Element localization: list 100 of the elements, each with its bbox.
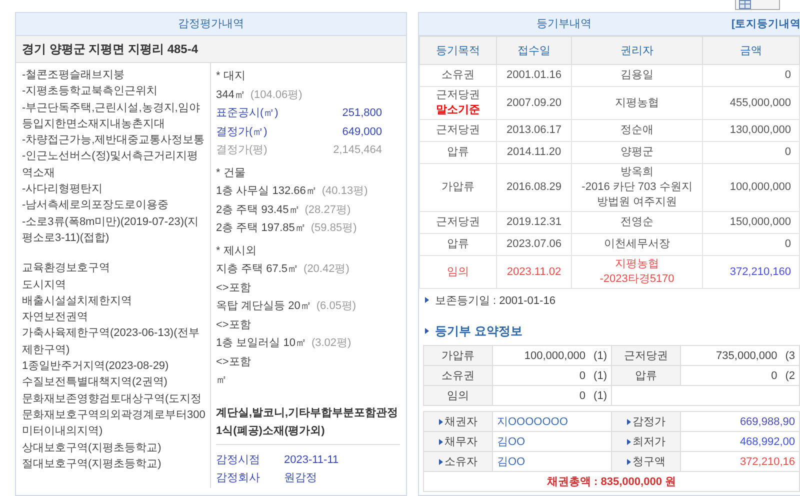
zone-text: 도시지역 [22,278,67,293]
bullet-icon [438,459,442,466]
pyeong-text: (104.06평) [250,88,302,100]
party-name: 지OOOOOOO [492,412,612,432]
pyeong-text: (3.02평) [311,337,352,349]
price-label: 결정가(㎡) [216,124,268,140]
property-note: -사다리형평탄지 [22,182,104,198]
land-registry-link[interactable]: [토지등기내역 [732,13,800,35]
property-note: -부근단독주택,근린시설,농경지,임야등입지한면소재지내농촌지대 [22,100,201,132]
column-header: 권리자 [572,36,702,64]
purpose-cell: 압류 [420,234,496,256]
bullet-icon [425,328,429,334]
bullet-icon [438,419,442,426]
preservation-date: 보존등기일 : 2001-01-16 [435,294,556,308]
zone-text: 문화재보존영향검토대상구역(도지정 [22,392,203,407]
date-cell: 2023.07.06 [496,234,572,256]
pyeong-text: (20.42평) [304,263,350,275]
price-label: 감정가 [612,412,680,432]
amount-cell: 455,000,000 [702,86,800,120]
holder-cell: 방옥희 -2016 카단 703 수원지방법원 여주지원 [572,164,702,212]
holder-cell: 김용일 [572,64,702,86]
area-text: 옥탑 계단실등 20㎡ [216,300,312,312]
price-value: 669,988,90 [680,412,800,432]
purpose-cell: 임의 [420,256,496,288]
date-cell: 2007.09.20 [496,86,572,120]
amount-cell: 100,000,000 [702,164,800,212]
party-name: 김OO [492,432,612,452]
amount-cell: 0 [702,64,800,86]
area-text: 2층 주택 93.45㎡ [216,204,300,216]
purpose-cell: 근저당권 [420,120,496,142]
bullet-icon [626,459,630,466]
purpose-cell: 근저당권 말소기준 [420,86,496,120]
price-value: 468,992,00 [680,432,800,452]
date-cell: 2016.08.29 [496,164,572,212]
area-text: <>포함 [216,356,251,368]
bullet-icon [626,419,630,426]
amount-cell: 0 [702,142,800,164]
date-cell: 2019.12.31 [496,212,572,234]
section-title: 등기부 요약정보 [435,322,522,340]
area-text: 1층 보일러실 10㎡ [216,337,306,349]
view-button[interactable] [735,0,780,10]
amount-cell: 372,210,160 [702,256,800,288]
zone-text: 문화재보호구역의외곽경계로부터300미터이내의지역) [22,408,206,440]
price-value: 2,145,464 [333,143,382,158]
summary-amount: 0 (2 [680,366,800,386]
zone-text: 교육환경보호구역 [22,261,111,276]
property-note: -인근노선버스(정)및서측근거리지평역소재 [22,149,199,181]
pyeong-text: (6.05평) [316,300,356,312]
amount-cell: 150,000,000 [702,212,800,234]
summary-label: 소유권 [424,366,492,386]
claim-total: 채권총액 : 835,000,000 원 [424,472,800,492]
panel-title: 등기부내역 [536,17,592,32]
section-heading: * 건물 [216,166,246,180]
zone-text: 가축사육제한구역(2023-06-13)(전부제한구역) [22,326,200,358]
area-text: 344㎡ [216,88,246,100]
zone-text: 1종일반주거지역(2023-08-29) [22,359,170,374]
property-note: -차량접근가능,제반대중교통사정보통 [22,133,206,148]
summary-amount: 100,000,000 (1) [492,346,612,366]
summary-label: 가압류 [424,346,492,366]
area-text: 2층 주택 197.85㎡ [216,222,306,234]
column-header: 접수일 [496,36,572,64]
bullet-icon [626,439,630,446]
property-note: -남서측세로의포장도로이용중 [22,198,170,214]
holder-cell: 이천세무서장 [572,234,702,256]
info-value: 2023-11-11 [284,452,339,468]
price-label: 최저가 [612,432,680,452]
column-header: 금액 [702,36,800,64]
amount-cell: 0 [702,234,800,256]
bullet-icon [425,297,429,303]
purpose-cell: 가압류 [420,164,496,212]
holder-cell: 지평농협 [572,86,702,120]
party-label: 채무자 [424,432,492,452]
price-label: 청구액 [612,452,680,472]
holder-cell: 전영순 [572,212,702,234]
info-value: 원감정 [284,471,317,486]
purpose-cell: 근저당권 [420,212,496,234]
date-cell: 2014.11.20 [496,142,572,164]
property-note: -지평초등학교북측인근위치 [22,84,159,100]
remark-text: 계단실,발코니,기타부합부분포함관정1식(폐공)소재(평가외) [216,404,400,444]
info-label: 감정회사 [216,471,260,486]
area-text: <>포함 [216,318,251,330]
property-note: -철콘조평슬래브지붕 [22,68,126,83]
section-heading: * 대지 [216,69,246,84]
property-note: -소로3류(폭8m미만)(2019-07-23)(지평소로3-11)(접합) [22,214,200,246]
zone-text: 배출시설설치제한지역 [22,294,133,309]
party-label: 소유자 [424,452,492,472]
summary-amount: 735,000,000 (3 [680,346,800,366]
column-header: 등기목적 [420,36,496,64]
price-value: 251,800 [342,106,382,121]
date-cell: 2023.11.02 [496,256,572,288]
holder-cell: 양평군 [572,142,702,164]
zone-text: 절대보호구역(지평초등학교) [22,456,162,472]
purpose-cell: 소유권 [420,64,496,86]
price-label: 표준공시(㎡) [216,106,278,121]
price-label: 결정가(평) [216,143,268,158]
party-label: 채권자 [424,412,492,432]
pyeong-text: (40.13평) [322,185,368,197]
zone-text: 수질보전특별대책지역(2권역) [22,375,168,390]
bullet-icon [438,439,442,446]
amount-cell: 130,000,000 [702,120,800,142]
